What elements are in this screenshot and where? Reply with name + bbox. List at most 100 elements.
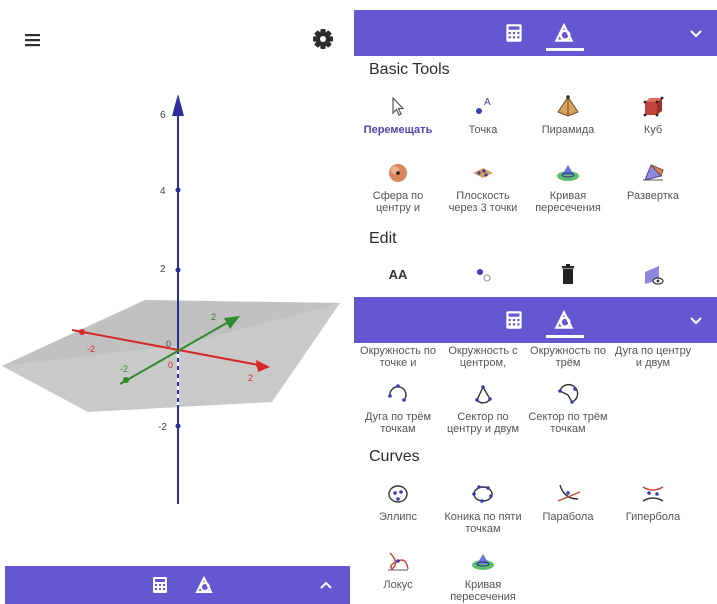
tools-icon[interactable]	[193, 574, 215, 596]
tool-net[interactable]: Развертка	[611, 160, 695, 202]
arc-three-points-icon	[384, 381, 412, 407]
tool-label: Плоскость через 3 точки	[448, 190, 518, 214]
tool-label: Локус	[383, 579, 413, 591]
intersection-curve-icon	[554, 160, 582, 186]
graphics-3d-view[interactable]: 6 4 2 -2 0 0 -2 2 2 -2	[0, 60, 355, 560]
tool-label: Кривая пересечения	[450, 579, 516, 603]
hyperbola-icon	[639, 481, 667, 507]
tool-plane-three-points[interactable]: Плоскость через 3 точки	[441, 160, 525, 214]
tool-select-objects[interactable]	[441, 262, 525, 292]
tool-circle-center-radius[interactable]: Окружность с центром,	[441, 345, 525, 369]
ellipse-icon	[384, 481, 412, 507]
svg-text:A: A	[484, 97, 491, 108]
tool-label: Развертка	[627, 190, 679, 202]
show-hide-icon	[639, 262, 667, 288]
tool-intersection-curve[interactable]: Кривая пересечения	[526, 160, 610, 214]
tool-ellipse[interactable]: Эллипс	[356, 481, 440, 523]
tool-label: Гипербола	[625, 511, 681, 523]
tool-label: Кривая пересечения	[535, 190, 601, 214]
tool-show-hide[interactable]	[611, 262, 695, 292]
calculator-icon[interactable]	[502, 308, 526, 332]
section-title-edit: Edit	[369, 230, 397, 247]
tool-label: Дуга по центру и двум	[614, 345, 692, 369]
tool-cube[interactable]: Куб	[611, 94, 695, 136]
tool-move[interactable]: Перемещать	[356, 94, 440, 136]
tool-delete[interactable]	[526, 262, 610, 292]
tools-icon[interactable]	[552, 308, 576, 332]
calculator-icon[interactable]	[502, 21, 526, 45]
tool-label: Эллипс	[379, 511, 417, 523]
menu-icon[interactable]	[18, 26, 46, 54]
text-style-icon: AA	[388, 267, 408, 282]
tool-label: Коника по пяти точкам	[444, 511, 522, 535]
tool-label: Перемещать	[363, 124, 433, 136]
y-tick-label: 2	[211, 312, 216, 322]
bottom-toolbar	[5, 566, 350, 604]
tool-circle-three-points[interactable]: Окружность по трём	[526, 345, 610, 369]
tool-intersection-curve[interactable]: Кривая пересечения	[441, 549, 525, 603]
tool-label: Сектор по центру и двум	[446, 411, 520, 435]
tool-label: Сектор по трём точкам	[528, 411, 608, 435]
x-tick-label: -2	[87, 344, 95, 354]
tool-label: Сфера по центру и	[372, 190, 424, 214]
chevron-up-icon[interactable]	[315, 574, 337, 596]
move-cursor-icon	[384, 94, 412, 120]
section-title-basic-tools: Basic Tools	[369, 61, 450, 78]
tool-sphere[interactable]: Сфера по центру и	[356, 160, 440, 214]
z-tick-label: 6	[160, 110, 166, 121]
tools-panel-basic: Basic Tools Перемещать A Точка Пирамида …	[354, 10, 717, 297]
tool-arc-three-points[interactable]: Дуга по трём точкам	[356, 381, 440, 435]
tool-arc-center[interactable]: Дуга по центру и двум	[611, 345, 695, 369]
graphics-3d-panel: 6 4 2 -2 0 0 -2 2 2 -2	[0, 0, 355, 604]
locus-icon	[384, 549, 412, 575]
tool-sector-three-points[interactable]: Сектор по трём точкам	[526, 381, 610, 435]
tool-label: Точка	[468, 124, 498, 136]
tool-hyperbola[interactable]: Гипербола	[611, 481, 695, 523]
gear-icon[interactable]	[308, 24, 338, 54]
z-tick-label: 2	[160, 264, 166, 275]
origin-label-alt: 0	[168, 360, 173, 370]
sector-center-icon	[469, 381, 497, 407]
section-title-curves: Curves	[369, 448, 420, 465]
chevron-down-icon[interactable]	[687, 24, 705, 42]
tool-label: Парабола	[542, 511, 594, 523]
tool-circle-through-point[interactable]: Окружность по точке и	[356, 345, 440, 369]
tool-label: Окружность с центром,	[448, 345, 518, 369]
tool-pyramid[interactable]: Пирамида	[526, 94, 610, 136]
sector-three-points-icon	[554, 381, 582, 407]
x-axis-point	[79, 329, 85, 335]
conic-five-points-icon	[469, 481, 497, 507]
z-tick	[175, 187, 181, 193]
origin-label: 0	[166, 339, 171, 349]
intersection-curve-icon	[469, 549, 497, 575]
tool-conic-five-points[interactable]: Коника по пяти точкам	[441, 481, 525, 535]
chevron-down-icon[interactable]	[687, 311, 705, 329]
active-tab-indicator	[546, 48, 584, 51]
tool-text-style[interactable]: AA	[356, 262, 440, 292]
delete-icon	[554, 262, 582, 288]
tool-label: Дуга по трём точкам	[364, 411, 432, 435]
z-tick-label: -2	[158, 422, 167, 433]
parabola-icon	[554, 481, 582, 507]
tool-locus[interactable]: Локус	[356, 549, 440, 591]
tool-label: Куб	[643, 124, 663, 136]
tools-panel-header	[354, 297, 717, 343]
pyramid-icon	[554, 94, 582, 120]
tool-label: Пирамида	[541, 124, 595, 136]
select-objects-icon	[469, 262, 497, 288]
tool-parabola[interactable]: Парабола	[526, 481, 610, 523]
tool-point[interactable]: A Точка	[441, 94, 525, 136]
tool-label: Окружность по трём	[530, 345, 606, 369]
z-tick	[175, 423, 181, 429]
y-tick-label: -2	[120, 364, 128, 374]
tools-icon[interactable]	[552, 21, 576, 45]
active-tab-indicator	[546, 335, 584, 338]
y-axis-point	[123, 377, 129, 383]
tools-panel-curves: Окружность по точке и Окружность с центр…	[354, 297, 717, 604]
x-tick-label: 2	[248, 373, 253, 383]
tool-label: Окружность по точке и	[360, 345, 436, 369]
plane-three-points-icon	[469, 160, 497, 186]
calculator-icon[interactable]	[149, 574, 171, 596]
tools-panel-header	[354, 10, 717, 56]
tool-sector-center[interactable]: Сектор по центру и двум	[441, 381, 525, 435]
